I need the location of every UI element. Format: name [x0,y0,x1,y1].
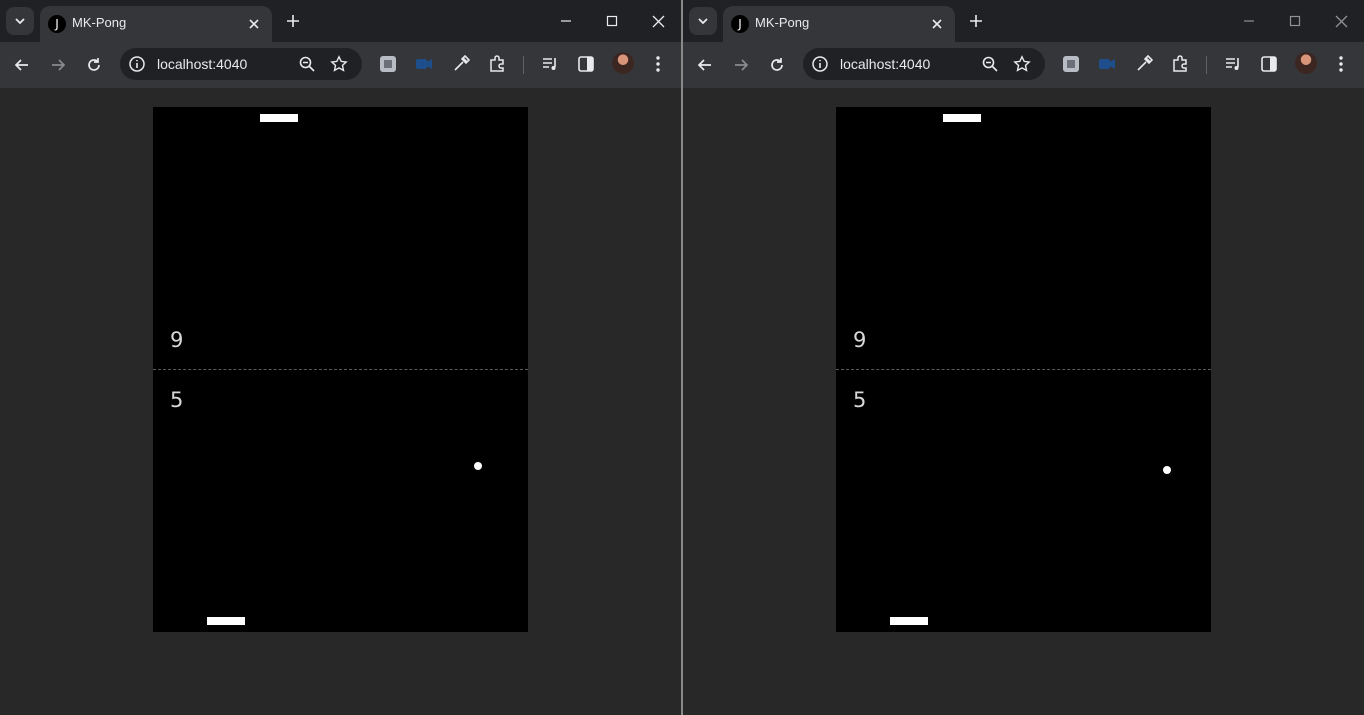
new-tab-button[interactable] [282,10,304,32]
minimize-button[interactable] [551,6,581,36]
camera-extension-icon[interactable] [1097,54,1117,74]
minimize-icon [1244,20,1254,22]
toolbar-separator [1206,56,1207,74]
eyedropper-icon[interactable] [1134,54,1154,74]
minimize-icon [561,20,571,22]
camera-extension-icon[interactable] [414,54,434,74]
back-arrow-icon [697,59,711,71]
toolbar: localhost:4040 [683,42,1364,89]
favicon: J [731,15,749,33]
tab-close-button[interactable] [927,14,947,34]
zoom-icon[interactable] [981,55,999,73]
info-icon[interactable] [811,55,829,73]
chevron-down-icon [698,18,708,25]
close-window-button[interactable] [643,6,673,36]
side-panel-icon[interactable] [1259,54,1279,74]
maximize-button[interactable] [597,6,627,36]
tab-search-button[interactable] [6,7,34,35]
eyedropper-icon[interactable] [451,54,471,74]
address-bar[interactable]: localhost:4040 [803,48,1045,80]
forward-button[interactable] [44,51,72,79]
close-window-button[interactable] [1326,6,1356,36]
forward-arrow-icon [52,59,66,71]
back-button[interactable] [8,51,36,79]
score-bottom: 5 [853,388,867,412]
minimize-button[interactable] [1234,6,1264,36]
score-bottom: 5 [170,388,184,412]
score-top: 9 [853,328,867,352]
pong-court[interactable]: 9 5 [836,107,1211,632]
maximize-icon [1289,15,1301,27]
maximize-button[interactable] [1280,6,1310,36]
opponent-paddle [260,114,298,122]
more-icon [1339,56,1343,72]
reload-icon [771,58,783,71]
star-icon[interactable] [330,55,348,73]
forward-arrow-icon [735,59,749,71]
page-content: 9 5 [683,88,1364,715]
zoom-icon[interactable] [298,55,316,73]
ball [474,462,482,470]
url-text: localhost:4040 [157,56,248,72]
reload-button[interactable] [80,51,108,79]
back-arrow-icon [14,59,28,71]
page-content: 9 5 [0,88,681,715]
plus-icon [970,15,982,27]
plus-icon [287,15,299,27]
player-paddle[interactable] [890,617,928,625]
browser-window-left: J MK-Pong localhost:4040 9 5 [0,0,681,715]
chevron-down-icon [15,18,25,25]
center-line [153,369,528,370]
puzzle-icon[interactable] [1170,54,1190,74]
media-icon[interactable] [540,54,560,74]
maximize-icon [606,15,618,27]
tab-mk-pong[interactable]: J MK-Pong [40,6,272,42]
tab-title: MK-Pong [755,15,810,30]
more-menu-button[interactable] [1331,54,1351,74]
close-icon [652,15,664,27]
url-text: localhost:4040 [840,56,931,72]
tab-strip: J MK-Pong [0,0,681,42]
score-top: 9 [170,328,184,352]
ball [1163,466,1171,474]
more-icon [656,56,660,72]
tab-search-button[interactable] [689,7,717,35]
info-icon[interactable] [128,55,146,73]
puzzle-icon[interactable] [487,54,507,74]
back-button[interactable] [691,51,719,79]
extension-icon[interactable] [378,54,398,74]
media-icon[interactable] [1223,54,1243,74]
new-tab-button[interactable] [965,10,987,32]
opponent-paddle [943,114,981,122]
close-icon [249,19,259,29]
avatar[interactable] [612,52,634,74]
address-bar[interactable]: localhost:4040 [120,48,362,80]
pong-court[interactable]: 9 5 [153,107,528,632]
toolbar-separator [523,56,524,74]
tab-strip: J MK-Pong [683,0,1364,42]
toolbar: localhost:4040 [0,42,681,89]
player-paddle[interactable] [207,617,245,625]
avatar[interactable] [1295,52,1317,74]
tab-title: MK-Pong [72,15,127,30]
center-line [836,369,1211,370]
favicon: J [48,15,66,33]
more-menu-button[interactable] [648,54,668,74]
forward-button[interactable] [727,51,755,79]
reload-button[interactable] [763,51,791,79]
close-icon [932,19,942,29]
tab-close-button[interactable] [244,14,264,34]
close-icon [1335,15,1347,27]
reload-icon [88,58,100,71]
extension-icon[interactable] [1061,54,1081,74]
browser-window-right: J MK-Pong localhost:4040 9 5 [683,0,1364,715]
tab-mk-pong[interactable]: J MK-Pong [723,6,955,42]
star-icon[interactable] [1013,55,1031,73]
side-panel-icon[interactable] [576,54,596,74]
